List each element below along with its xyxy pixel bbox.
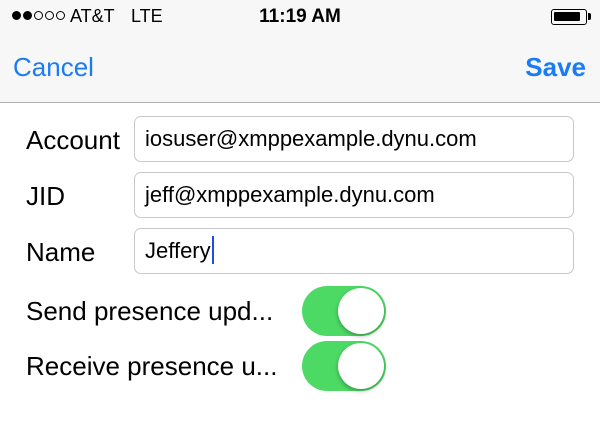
jid-value: jeff@xmppexample.dynu.com [145,182,435,207]
jid-row: JID jeff@xmppexample.dynu.com [0,172,600,220]
save-button[interactable]: Save [525,52,586,83]
receive-presence-row: Receive presence u... [0,341,600,391]
toggle-knob [338,288,384,334]
send-presence-row: Send presence upd... [0,286,600,336]
name-field[interactable]: Jeffery [134,228,574,274]
status-bar: AT&T LTE 11:19 AM [0,0,600,36]
cancel-button[interactable]: Cancel [13,52,94,83]
navigation-bar: Cancel Save [0,36,600,103]
name-row: Name Jeffery [0,228,600,276]
toggle-knob [338,343,384,389]
text-cursor [211,236,214,264]
account-label: Account [26,125,120,155]
battery-icon [551,9,587,25]
jid-label: JID [26,181,65,211]
send-presence-toggle[interactable] [302,286,386,336]
receive-presence-toggle[interactable] [302,341,386,391]
name-value: Jeffery [145,238,211,263]
battery-tip [588,13,591,20]
send-presence-label: Send presence upd... [26,296,274,326]
account-value: iosuser@xmppexample.dynu.com [145,126,477,151]
status-time: 11:19 AM [259,6,341,27]
battery-level [554,12,580,21]
name-label: Name [26,237,96,267]
jid-field[interactable]: jeff@xmppexample.dynu.com [134,172,574,218]
account-field[interactable]: iosuser@xmppexample.dynu.com [134,116,574,162]
account-row: Account iosuser@xmppexample.dynu.com [0,116,600,164]
receive-presence-label: Receive presence u... [26,351,278,381]
